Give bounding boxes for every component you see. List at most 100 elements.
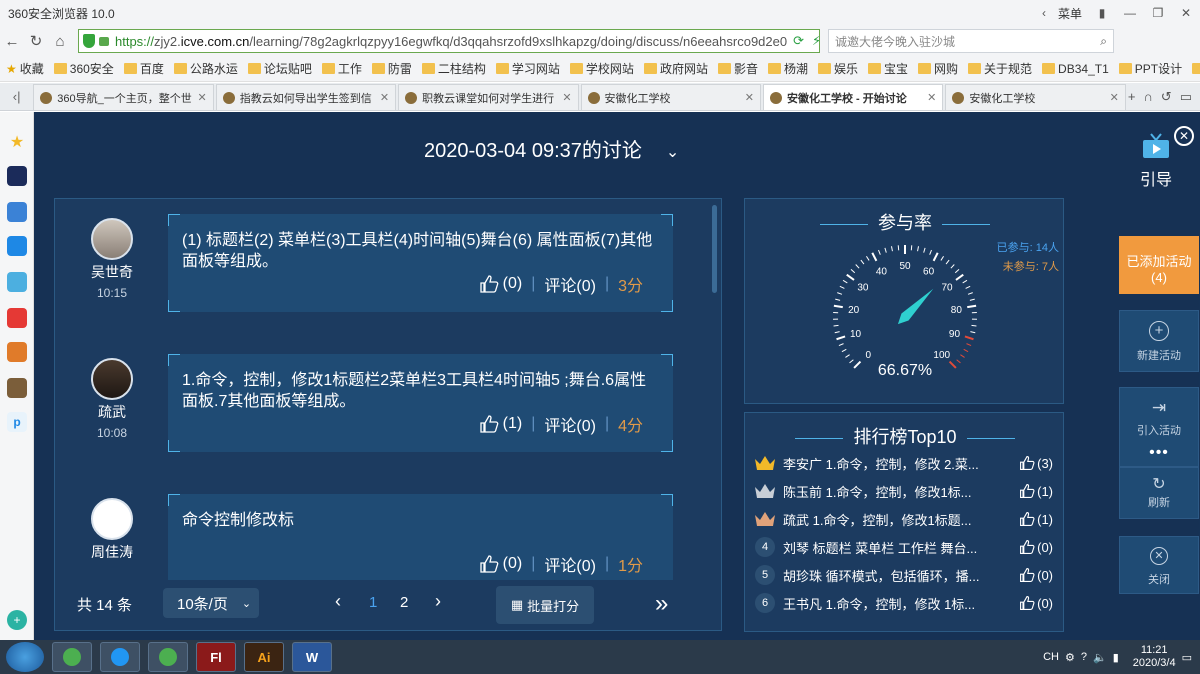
bookmark-item[interactable]: 学校网站 [569, 60, 634, 77]
discussion-header[interactable]: 2020-03-04 09:37的讨论 ⌄ [424, 134, 679, 163]
ranking-item[interactable]: 5 胡珍珠 循环模式，包括循环，播... (0) [753, 563, 1053, 587]
tab-list-icon[interactable]: ▭ [1180, 89, 1192, 105]
bookmark-item[interactable]: 杨潮 [767, 60, 808, 77]
post-score[interactable]: 1分 [618, 552, 643, 576]
bookmark-item[interactable]: 政府网站 [643, 60, 708, 77]
search-icon[interactable]: ⌕ [1100, 34, 1107, 49]
page-2[interactable]: 2 [400, 594, 408, 611]
restore-tab-icon[interactable]: ↺ [1161, 89, 1172, 105]
comment-link[interactable]: 评论(0) [544, 272, 596, 296]
close-tab-icon[interactable]: ✕ [1110, 91, 1119, 104]
bookmark-item[interactable]: 娱乐 [817, 60, 858, 77]
bookmark-item[interactable]: 工作 [321, 60, 362, 77]
ranking-item[interactable]: 4 刘琴 标题栏 菜单栏 工作栏 舞台... (0) [753, 535, 1053, 559]
network-icon[interactable]: ▮ [1113, 651, 1119, 664]
speed-icon[interactable]: ⟳ [793, 33, 804, 49]
bookmark-item[interactable]: 网购 [918, 60, 958, 77]
url-input[interactable]: https://zjy2. icve.com.cn/learning/78g2ag… [78, 29, 820, 53]
headset-icon[interactable]: ∩ [1143, 89, 1152, 105]
next-page-icon[interactable]: › [435, 591, 441, 612]
taskbar-app-word[interactable]: W [292, 642, 332, 672]
maximize-icon[interactable]: ❐ [1144, 6, 1172, 20]
added-activities-button[interactable]: 已添加活动 (4) [1119, 236, 1199, 294]
post-score[interactable]: 3分 [618, 272, 643, 296]
volume-icon[interactable]: 🔈 [1093, 651, 1107, 664]
avatar[interactable] [91, 498, 133, 540]
thumbs-up-icon[interactable] [479, 414, 499, 434]
close-tab-icon[interactable]: ✕ [745, 91, 754, 104]
add-icon[interactable]: + [7, 610, 27, 630]
clock[interactable]: 11:21 2020/3/4 [1133, 644, 1176, 670]
scrollbar[interactable] [712, 205, 717, 293]
skin-icon[interactable]: ▮ [1088, 6, 1116, 20]
bookmark-item[interactable]: 360安全 [53, 60, 114, 77]
ime-indicator[interactable]: CH [1043, 651, 1059, 663]
close-tab-icon[interactable]: ✕ [562, 91, 571, 104]
comment-link[interactable]: 评论(0) [544, 552, 596, 576]
batch-score-button[interactable]: ▦ 批量打分 [496, 586, 594, 624]
ranking-item[interactable]: 疏武 1.命令，控制，修改1标题... (1) [753, 507, 1053, 531]
browser-tab[interactable]: 安徽化工学校 ✕ [945, 84, 1126, 110]
ranking-item[interactable]: 李安广 1.命令，控制，修改 2.菜... (3) [753, 451, 1053, 475]
lightning-icon[interactable]: ⚡ [812, 33, 819, 49]
bookmark-item[interactable]: 影音 [717, 60, 758, 77]
p-app-icon[interactable]: p [7, 412, 27, 432]
refresh-button[interactable]: ↻ 刷新 [1119, 467, 1199, 519]
new-tab-icon[interactable]: + [1128, 89, 1136, 105]
reload-icon[interactable]: ↻ [24, 32, 48, 50]
bookmark-item[interactable]: 防雷 [371, 60, 412, 77]
bookmark-item[interactable]: 关于规范 [968, 60, 1032, 77]
close-button[interactable]: ✕ 关闭 [1119, 536, 1199, 594]
tray-icon[interactable]: ⚙ [1065, 651, 1075, 664]
page-1[interactable]: 1 [369, 594, 377, 611]
taskbar-browser-360[interactable] [52, 642, 92, 672]
search-input[interactable]: 诚邀大佬今晚入驻沙城 ⌕ [828, 29, 1114, 53]
browser-tab[interactable]: 安徽化工学校 - 开始讨论 ✕ [762, 84, 944, 110]
bookmark-item[interactable]: 百度 [123, 60, 164, 77]
game3-icon[interactable] [7, 378, 27, 398]
ranking-item[interactable]: 6 王书凡 1.命令，控制，修改 1标... (0) [753, 591, 1053, 615]
more-dots-icon[interactable]: ••• [1120, 444, 1198, 462]
menu-button[interactable]: 菜单 [1058, 5, 1082, 22]
game-icon[interactable] [7, 272, 27, 292]
close-circle-icon[interactable]: ✕ [1174, 126, 1194, 146]
chat-icon[interactable] [7, 236, 27, 256]
bookmark-item[interactable]: 解决无线 [1192, 60, 1200, 77]
close-tab-icon[interactable]: ✕ [927, 91, 936, 104]
avatar[interactable] [91, 358, 133, 400]
bookmark-item[interactable]: 学习网站 [495, 60, 560, 77]
new-activity-button[interactable]: + 新建活动 [1119, 310, 1199, 372]
guide-button[interactable]: 引导 [1136, 126, 1176, 190]
bookmark-item[interactable]: DB34_T1 [1042, 62, 1109, 76]
show-desktop-icon[interactable]: ▭ [1182, 651, 1192, 664]
help-icon[interactable]: ? [1081, 651, 1087, 663]
browser-tab[interactable]: 职教云课堂如何对学生进行 ✕ [398, 84, 579, 110]
bookmark-item[interactable]: 论坛贴吧 [247, 60, 312, 77]
back-icon[interactable]: ← [0, 33, 24, 50]
bookmark-item[interactable]: 宝宝 [868, 60, 908, 77]
bookmark-item[interactable]: PPT设计 [1118, 60, 1182, 77]
import-activity-button[interactable]: ⇥ 引入活动 ••• [1119, 387, 1199, 467]
news-icon[interactable] [7, 166, 27, 186]
browser-tab[interactable]: 指教云如何导出学生签到信 ✕ [215, 84, 397, 110]
prev-page-icon[interactable]: ‹ [335, 591, 341, 612]
game2-icon[interactable] [7, 342, 27, 362]
post-score[interactable]: 4分 [618, 412, 643, 436]
minimize-icon[interactable]: — [1116, 6, 1144, 20]
bookmark-item[interactable]: ★ 收藏 [6, 60, 44, 77]
ranking-item[interactable]: 陈玉前 1.命令，控制，修改1标... (1) [753, 479, 1053, 503]
taskbar-app-illustrator[interactable]: Ai [244, 642, 284, 672]
doc-icon[interactable] [7, 202, 27, 222]
close-window-icon[interactable]: ✕ [1172, 6, 1200, 20]
favorites-star-icon[interactable]: ★ [7, 132, 27, 152]
browser-tab[interactable]: 360导航_一个主页，整个世 ✕ [33, 84, 214, 110]
bookmark-item[interactable]: 公路水运 [173, 60, 238, 77]
like-count[interactable]: (0) [503, 275, 523, 293]
page-size-select[interactable]: 10条/页 ⌄ [163, 588, 259, 618]
bookmark-item[interactable]: 二柱结构 [421, 60, 486, 77]
close-tab-icon[interactable]: ✕ [197, 91, 206, 104]
taskbar-app-wechat[interactable] [148, 642, 188, 672]
start-button[interactable] [6, 642, 44, 672]
back-small-icon[interactable]: ‹ [1030, 6, 1058, 20]
taskbar-app-flash[interactable]: Fl [196, 642, 236, 672]
